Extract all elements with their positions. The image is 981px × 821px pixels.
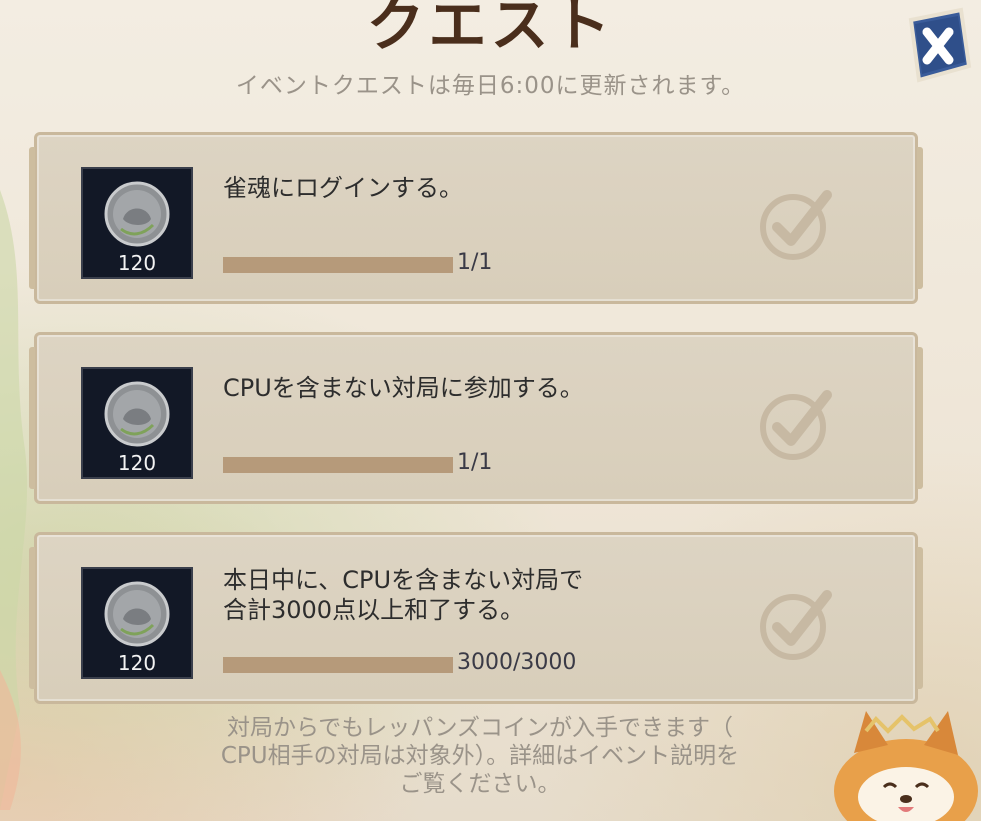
reward-box: 120 xyxy=(81,567,193,679)
checkmark-icon xyxy=(760,390,832,460)
page-title: クエスト xyxy=(366,0,615,59)
quest-item: 120 CPUを含まない対局に参加する。 1/1 xyxy=(29,332,923,504)
progress-fill xyxy=(223,657,453,673)
update-notice: イベントクエストは毎日6:00に更新されます。 xyxy=(235,73,746,99)
checkmark-icon xyxy=(760,190,832,260)
reward-quantity: 120 xyxy=(117,251,157,275)
close-button[interactable] xyxy=(903,6,973,86)
quest-list: 120 雀魂にログインする。 1/1 120 CPUを含まない対局に参加する。 … xyxy=(29,132,923,732)
reward-quantity: 120 xyxy=(117,651,157,675)
reward-box: 120 xyxy=(81,367,193,479)
progress-bar xyxy=(223,257,453,273)
quest-item: 120 雀魂にログインする。 1/1 xyxy=(29,132,923,304)
progress-bar xyxy=(223,457,453,473)
quest-title: 本日中に、CPUを含まない対局で 合計3000点以上和了する。 xyxy=(223,566,584,624)
coin-icon xyxy=(104,581,170,647)
progress-fill xyxy=(223,257,453,273)
coin-icon xyxy=(104,381,170,447)
header: クエスト xyxy=(0,0,981,59)
footer-note: 対局からでもレッパンズコインが入手できます（ CPU相手の対局は対象外）。詳細は… xyxy=(220,715,740,797)
progress-text: 1/1 xyxy=(457,250,493,275)
reward-quantity: 120 xyxy=(117,451,157,475)
coin-icon xyxy=(104,181,170,247)
quest-title: CPUを含まない対局に参加する。 xyxy=(223,374,584,402)
quest-title: 雀魂にログインする。 xyxy=(223,174,463,202)
progress-fill xyxy=(223,457,453,473)
progress-text: 3000/3000 xyxy=(457,650,577,675)
progress-text: 1/1 xyxy=(457,450,493,475)
red-panda-mascot xyxy=(834,711,978,821)
reward-box: 120 xyxy=(81,167,193,279)
close-icon xyxy=(908,7,972,83)
progress-bar xyxy=(223,657,453,673)
quest-item: 120 本日中に、CPUを含まない対局で 合計3000点以上和了する。 3000… xyxy=(29,532,923,704)
checkmark-icon xyxy=(760,590,832,660)
